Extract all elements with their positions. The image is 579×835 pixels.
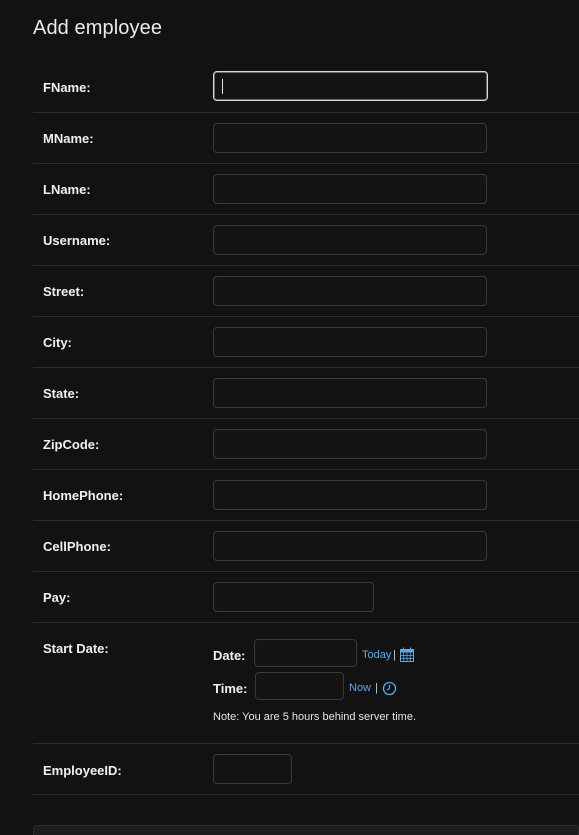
form-row-homephone: HomePhone: xyxy=(33,470,579,521)
city-input[interactable] xyxy=(213,327,487,357)
form-row-start-date: Start Date: Date: Today | Time: Now | No… xyxy=(33,623,579,744)
lname-input[interactable] xyxy=(213,174,487,204)
form-row-zipcode: ZipCode: xyxy=(33,419,579,470)
street-label: Street: xyxy=(43,284,85,299)
date-label: Date: xyxy=(213,648,246,663)
now-link[interactable]: Now xyxy=(349,682,371,694)
username-label: Username: xyxy=(43,233,111,248)
form-actions-panel xyxy=(33,825,579,835)
zipcode-label: ZipCode: xyxy=(43,437,100,452)
mname-label: MName: xyxy=(43,131,94,146)
state-input[interactable] xyxy=(213,378,487,408)
fname-label: FName: xyxy=(43,80,91,95)
state-label: State: xyxy=(43,386,80,401)
form-row-street: Street: xyxy=(33,266,579,317)
form-row-mname: MName: xyxy=(33,113,579,164)
street-input[interactable] xyxy=(213,276,487,306)
time-input[interactable] xyxy=(255,672,344,700)
time-separator: | xyxy=(375,682,378,694)
fname-input[interactable] xyxy=(213,71,488,101)
homephone-input[interactable] xyxy=(213,480,487,510)
start-date-label: Start Date: xyxy=(43,641,109,656)
text-caret xyxy=(222,79,223,94)
time-label: Time: xyxy=(213,681,248,696)
server-time-note: Note: You are 5 hours behind server time… xyxy=(213,711,417,723)
form-row-fname: FName: xyxy=(33,62,579,113)
cellphone-input[interactable] xyxy=(213,531,487,561)
pay-input[interactable] xyxy=(213,582,374,612)
pay-label: Pay: xyxy=(43,590,71,605)
lname-label: LName: xyxy=(43,182,91,197)
today-link[interactable]: Today xyxy=(362,649,391,661)
username-input[interactable] xyxy=(213,225,487,255)
zipcode-input[interactable] xyxy=(213,429,487,459)
form-row-cellphone: CellPhone: xyxy=(33,521,579,572)
cellphone-label: CellPhone: xyxy=(43,539,111,554)
employee-id-input[interactable] xyxy=(213,754,292,784)
mname-input[interactable] xyxy=(213,123,487,153)
date-input[interactable] xyxy=(254,639,357,667)
homephone-label: HomePhone: xyxy=(43,488,124,503)
form-row-city: City: xyxy=(33,317,579,368)
employee-id-label: EmployeeID: xyxy=(43,763,122,778)
page-title: Add employee xyxy=(33,17,163,39)
form-row-username: Username: xyxy=(33,215,579,266)
form-row-state: State: xyxy=(33,368,579,419)
form-row-employee-id: EmployeeID: xyxy=(33,744,579,795)
date-separator: | xyxy=(393,649,396,661)
calendar-icon[interactable] xyxy=(399,647,415,663)
form-row-lname: LName: xyxy=(33,164,579,215)
city-label: City: xyxy=(43,335,72,350)
clock-icon[interactable] xyxy=(382,681,397,696)
form-row-pay: Pay: xyxy=(33,572,579,623)
